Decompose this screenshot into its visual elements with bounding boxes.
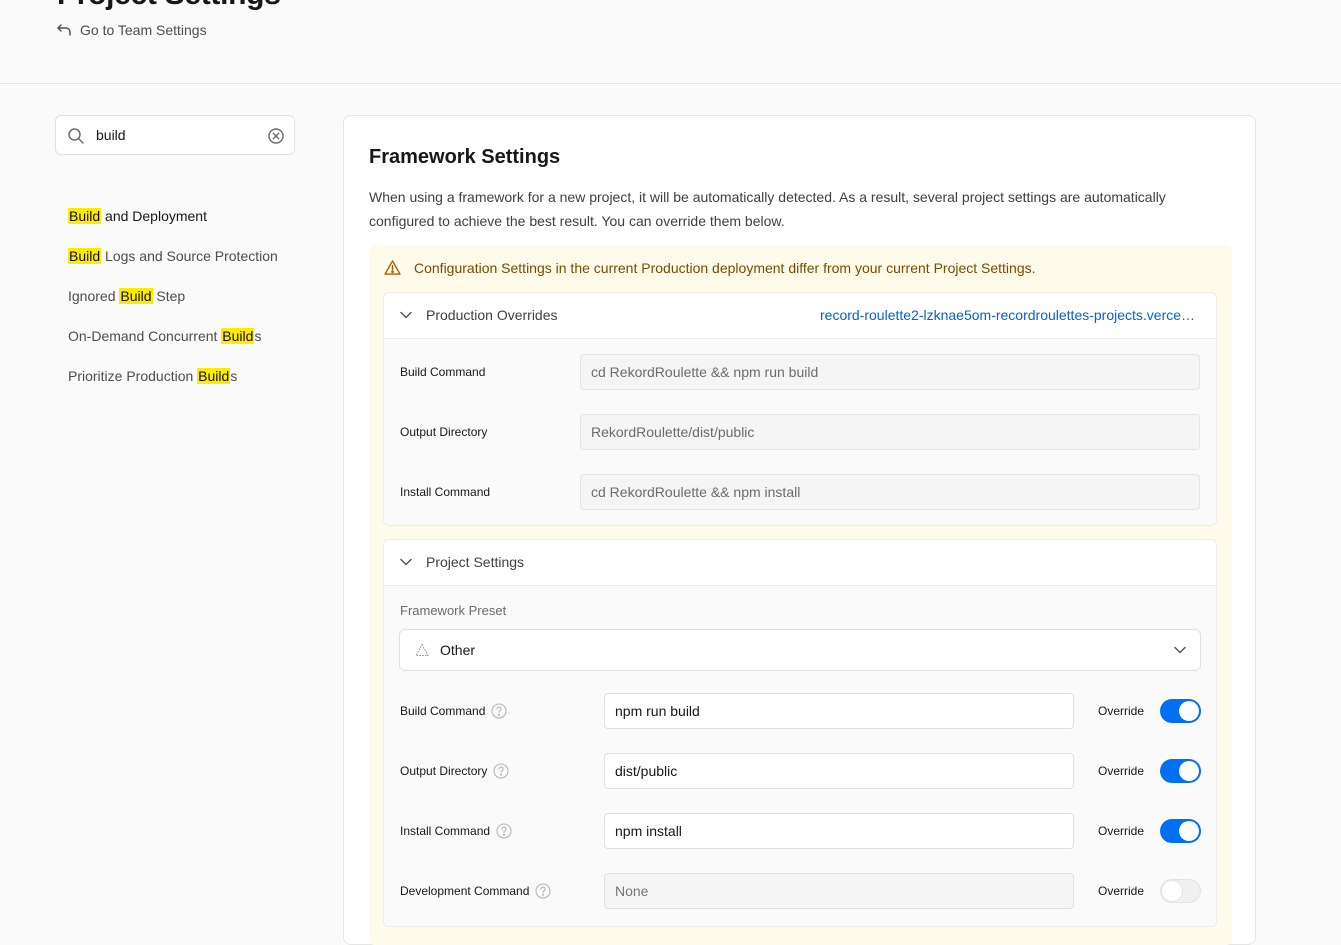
help-icon[interactable] bbox=[535, 883, 551, 899]
prod-output-directory-value: RekordRoulette/dist/public bbox=[580, 414, 1200, 450]
page-title: Project Settings bbox=[57, 0, 281, 12]
build-command-label: Build Command bbox=[400, 703, 507, 719]
clear-search-icon[interactable] bbox=[267, 127, 285, 145]
output-directory-label-text: Output Directory bbox=[400, 764, 488, 778]
prod-install-command-value: cd RekordRoulette && npm install bbox=[580, 474, 1200, 510]
nav-item-suffix: s bbox=[254, 328, 262, 344]
prod-output-directory-label: Output Directory bbox=[400, 425, 488, 439]
nav-item-build-and-deployment[interactable]: Build and Deployment bbox=[68, 205, 308, 245]
production-overrides-panel: Production Overrides record-roulette2-lz… bbox=[383, 292, 1217, 526]
production-overrides-header[interactable]: Production Overrides record-roulette2-lz… bbox=[384, 293, 1216, 339]
project-settings-header[interactable]: Project Settings bbox=[384, 540, 1216, 586]
nav-item-build-logs[interactable]: Build Logs and Source Protection bbox=[68, 245, 308, 285]
nav-item-suffix: Logs and Source Protection bbox=[101, 248, 278, 264]
return-arrow-icon bbox=[57, 24, 71, 36]
chevron-down-icon bbox=[400, 558, 412, 566]
framework-settings-card: Framework Settings When using a framewor… bbox=[343, 115, 1256, 945]
help-icon[interactable] bbox=[491, 703, 507, 719]
build-command-override-toggle[interactable] bbox=[1160, 699, 1201, 723]
install-command-override-toggle[interactable] bbox=[1160, 819, 1201, 843]
nav-item-suffix: s bbox=[230, 368, 238, 384]
config-warning-box: Configuration Settings in the current Pr… bbox=[369, 245, 1232, 945]
section-description: When using a framework for a new project… bbox=[369, 189, 1166, 229]
override-label: Override bbox=[1098, 884, 1145, 898]
output-directory-override-toggle[interactable] bbox=[1160, 759, 1201, 783]
install-command-input[interactable] bbox=[604, 813, 1074, 849]
install-command-label: Install Command bbox=[400, 823, 512, 839]
development-command-input[interactable] bbox=[604, 873, 1074, 909]
nav-item-ignored-build-step[interactable]: Ignored Build Step bbox=[68, 285, 308, 325]
go-to-team-settings-link[interactable]: Go to Team Settings bbox=[56, 22, 207, 38]
chevron-down-icon bbox=[1174, 646, 1186, 654]
override-label: Override bbox=[1098, 764, 1145, 778]
override-label: Override bbox=[1098, 824, 1145, 838]
help-icon[interactable] bbox=[496, 823, 512, 839]
warning-text: Configuration Settings in the current Pr… bbox=[414, 259, 1036, 276]
prod-install-command-label: Install Command bbox=[400, 485, 491, 499]
prod-build-command-label: Build Command bbox=[400, 365, 486, 379]
page-header: Project Settings Go to Team Settings bbox=[0, 0, 1341, 84]
override-label: Override bbox=[1098, 704, 1145, 718]
development-command-override-toggle[interactable] bbox=[1160, 879, 1201, 903]
search-highlight: Build bbox=[197, 368, 231, 384]
chevron-down-icon bbox=[400, 311, 412, 319]
section-title: Framework Settings bbox=[369, 146, 561, 168]
search-highlight: Build bbox=[119, 288, 153, 304]
search-highlight: Build bbox=[68, 248, 102, 264]
prod-build-command-value: cd RekordRoulette && npm run build bbox=[580, 354, 1200, 390]
development-command-label: Development Command bbox=[400, 883, 551, 899]
warning-message: Configuration Settings in the current Pr… bbox=[384, 259, 1036, 276]
build-command-label-text: Build Command bbox=[400, 704, 486, 718]
nav-item-suffix: Step bbox=[152, 288, 186, 304]
project-settings-panel: Project Settings Framework Preset Other … bbox=[383, 539, 1217, 927]
nav-item-prioritize-builds[interactable]: Prioritize Production Builds bbox=[68, 365, 308, 405]
settings-nav: Build and Deployment Build Logs and Sour… bbox=[68, 205, 308, 405]
framework-preset-label: Framework Preset bbox=[400, 603, 507, 618]
development-command-label-text: Development Command bbox=[400, 884, 530, 898]
search-input[interactable] bbox=[96, 124, 261, 146]
nav-item-prefix: Ignored bbox=[68, 288, 120, 304]
search-highlight: Build bbox=[221, 328, 255, 344]
back-link-label: Go to Team Settings bbox=[80, 22, 207, 38]
search-icon bbox=[68, 128, 84, 144]
install-command-label-text: Install Command bbox=[400, 824, 491, 838]
output-directory-label: Output Directory bbox=[400, 763, 509, 779]
project-settings-title: Project Settings bbox=[426, 554, 525, 570]
production-overrides-title: Production Overrides bbox=[426, 307, 558, 323]
nav-item-suffix: and Deployment bbox=[101, 208, 207, 224]
deployment-link[interactable]: record-roulette2-lzknae5om-recordroulett… bbox=[820, 307, 1198, 323]
output-directory-input[interactable] bbox=[604, 753, 1074, 789]
settings-search bbox=[55, 115, 295, 155]
warning-icon bbox=[384, 260, 401, 275]
framework-triangle-icon bbox=[415, 643, 429, 656]
search-highlight: Build bbox=[68, 208, 102, 224]
nav-item-concurrent-builds[interactable]: On-Demand Concurrent Builds bbox=[68, 325, 308, 365]
nav-item-prefix: Prioritize Production bbox=[68, 368, 198, 384]
build-command-input[interactable] bbox=[604, 693, 1074, 729]
framework-preset-select[interactable]: Other bbox=[399, 629, 1201, 671]
help-icon[interactable] bbox=[493, 763, 509, 779]
framework-preset-value: Other bbox=[440, 642, 476, 658]
nav-item-prefix: On-Demand Concurrent bbox=[68, 328, 222, 344]
